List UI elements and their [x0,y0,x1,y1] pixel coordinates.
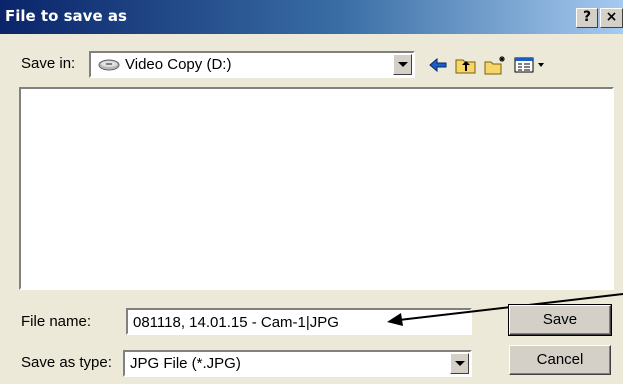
help-button[interactable]: ? [576,8,598,28]
up-folder-icon[interactable] [453,53,479,77]
window-title: File to save as [5,7,127,25]
chevron-down-icon[interactable] [393,54,412,75]
view-menu-icon[interactable] [513,53,549,77]
chevron-down-icon[interactable] [450,353,469,374]
save-in-value: Video Copy (D:) [125,56,232,73]
file-name-label: File name: [21,313,92,330]
cancel-button[interactable]: Cancel [509,345,611,375]
save-as-type-label: Save as type: [21,354,112,371]
new-folder-icon[interactable] [483,53,509,77]
save-as-type-dropdown[interactable]: JPG File (*.JPG) [123,350,472,377]
save-as-type-value: JPG File (*.JPG) [130,355,241,372]
back-arrow-icon[interactable] [425,53,451,77]
save-in-dropdown[interactable]: Video Copy (D:) [89,51,415,78]
save-button[interactable]: Save [508,304,612,336]
title-bar: File to save as ? × [0,0,623,34]
save-in-label: Save in: [21,55,76,72]
file-list[interactable] [19,87,614,290]
file-name-value: 081118, 14.01.15 - Cam-1|JPG [133,314,339,331]
close-button[interactable]: × [600,8,623,28]
drive-icon [97,58,121,76]
